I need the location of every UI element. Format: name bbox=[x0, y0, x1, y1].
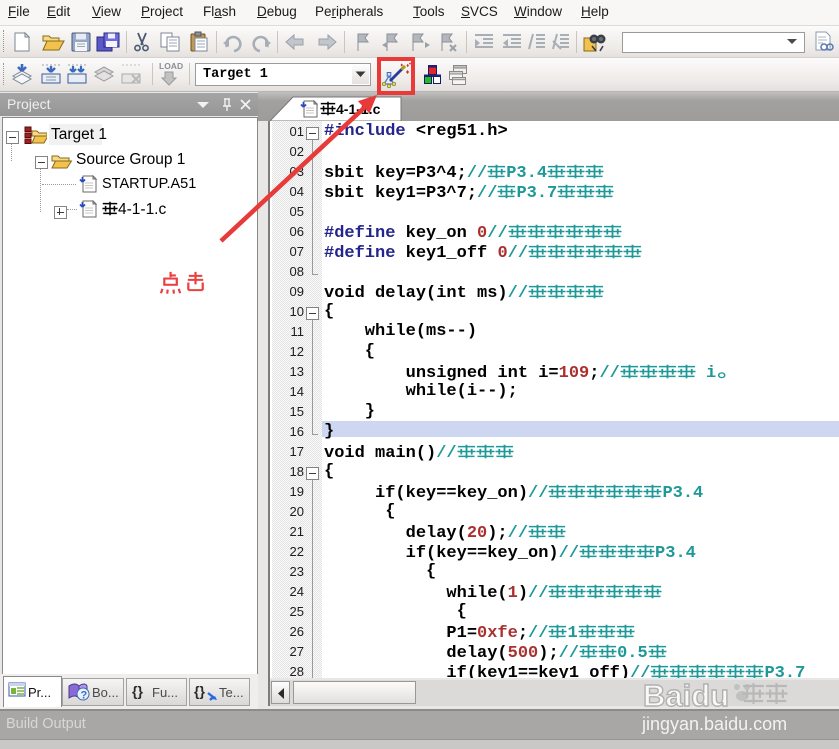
svg-text:?: ? bbox=[81, 690, 88, 702]
svg-text:LOAD: LOAD bbox=[159, 61, 183, 71]
